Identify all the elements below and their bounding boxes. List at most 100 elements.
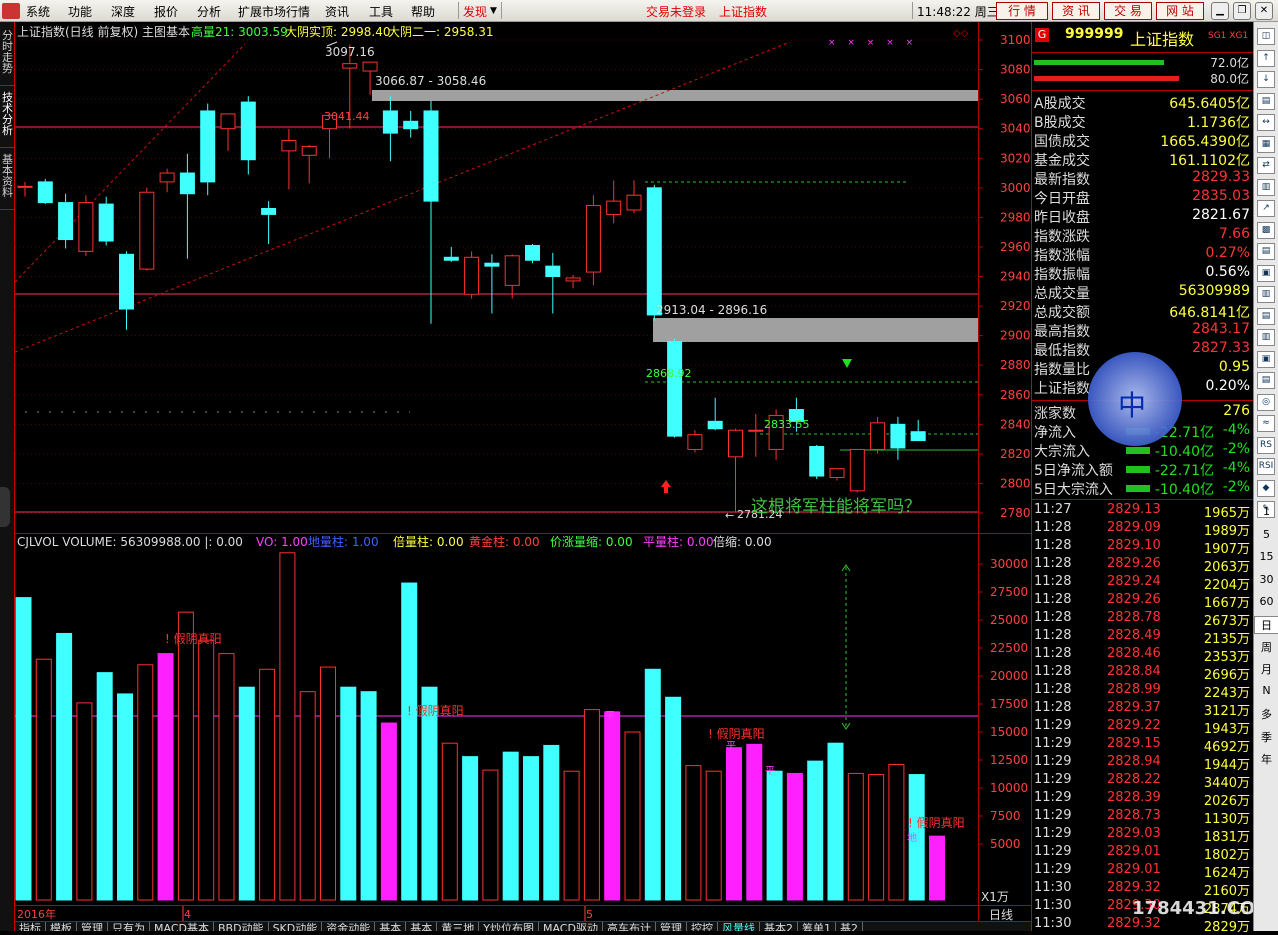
tick-row: 11:29 2829.01 1802万 — [1034, 844, 1250, 863]
menu-depth[interactable]: 深度 — [111, 3, 135, 20]
quote-row: 今日开盘 2835.03 — [1034, 188, 1250, 207]
tool-icon[interactable]: ↑ — [1257, 49, 1275, 67]
volume-tick: 20000 — [990, 669, 1028, 683]
tool-icon[interactable]: ▦ — [1257, 135, 1275, 153]
indicator-tab[interactable]: 模板 — [46, 922, 77, 931]
tool-icon[interactable]: ▥ — [1257, 329, 1275, 346]
tool-icon[interactable]: ▤ — [1257, 243, 1275, 260]
tick-row: 11:27 2829.13 1965万 — [1034, 502, 1250, 521]
tick-row: 11:28 2828.84 2696万 — [1034, 664, 1250, 683]
indicator-tab[interactable]: 风量线 — [718, 922, 760, 931]
indicator-tab[interactable]: 管理 — [656, 922, 687, 931]
menu-quote[interactable]: 报价 — [154, 3, 178, 20]
tab-fundamentals[interactable]: 基本资料 — [0, 150, 15, 210]
period-button[interactable]: 季 — [1254, 729, 1278, 745]
tool-icon[interactable]: ◆ — [1257, 479, 1275, 497]
period-button[interactable]: 周 — [1254, 639, 1278, 655]
minimize-icon[interactable]: ▁ — [1211, 2, 1229, 20]
indicator-tab[interactable]: MACD驱动 — [539, 922, 603, 931]
menu-analysis[interactable]: 分析 — [197, 3, 221, 20]
menu-tools[interactable]: 工具 — [369, 3, 393, 20]
trade-button[interactable]: 交 易 — [1104, 2, 1152, 20]
indicator-tab[interactable]: 基本2 — [760, 922, 798, 931]
indicator-tab[interactable]: 基本 — [375, 922, 407, 931]
menu-system[interactable]: 系统 — [26, 3, 50, 20]
tab-technical-analysis[interactable]: 技术分析 — [0, 88, 15, 148]
tool-icon[interactable]: ▥ — [1257, 178, 1275, 196]
vol-vo: VO: 1.00 — [256, 535, 308, 549]
menu-news[interactable]: 资讯 — [325, 3, 349, 20]
news-button[interactable]: 资 讯 — [1052, 2, 1100, 20]
tool-icon[interactable]: ↔ — [1257, 114, 1275, 131]
period-minutes[interactable]: 60 — [1254, 595, 1278, 608]
menu-help[interactable]: 帮助 — [411, 3, 435, 20]
period-button[interactable]: 月 — [1254, 661, 1278, 677]
volume-bar — [523, 756, 539, 901]
volume-bar — [665, 696, 682, 901]
tick-row: 11:29 2828.39 2026万 — [1034, 790, 1250, 809]
tool-icon[interactable]: ▣ — [1257, 350, 1275, 368]
tool-icon[interactable]: ◫ — [1257, 28, 1275, 45]
period-minutes[interactable]: 30 — [1254, 573, 1278, 586]
period-button[interactable]: 日 — [1254, 616, 1278, 634]
tool-icon[interactable]: ▥ — [1257, 286, 1275, 303]
indicator-tab[interactable]: 资金动能 — [322, 922, 376, 931]
quote-button[interactable]: 行 情 — [996, 2, 1048, 20]
volume-bar — [35, 658, 52, 901]
kline-chart[interactable]: 3100 3080 3060 3040 3020 3000 2980 2960 2940 2920… — [15, 22, 1031, 922]
tab-intraday[interactable]: 分时走势 — [0, 26, 15, 86]
indicator-tab[interactable]: 基2 — [836, 922, 863, 931]
tick-row: 11:28 2829.09 1989万 — [1034, 520, 1250, 539]
tool-icon[interactable]: RS — [1257, 436, 1275, 454]
period-button[interactable]: 年 — [1254, 751, 1278, 767]
close-icon[interactable]: ✕ — [1255, 2, 1273, 20]
tool-icon[interactable]: ▤ — [1257, 307, 1275, 325]
quote-row: 总成交量 56309989 — [1034, 283, 1250, 302]
period-minutes[interactable]: 5 — [1254, 528, 1278, 541]
vol-bs: 倍缩: 0.00 — [713, 534, 772, 549]
candle-body — [646, 187, 662, 316]
indicator-tab[interactable]: SKD动能 — [269, 922, 323, 931]
period-label[interactable]: 日线 — [989, 908, 1013, 922]
candle-body — [890, 423, 906, 449]
restore-icon[interactable]: ❐ — [1233, 2, 1251, 20]
tool-icon[interactable]: ▩ — [1257, 221, 1275, 239]
indicator-tab[interactable]: 只有为 — [108, 922, 150, 931]
indicator-tab[interactable]: 控控 — [687, 922, 718, 931]
period-minutes[interactable]: 1 — [1254, 505, 1278, 518]
chart-settings-icon[interactable]: ◇◇ — [953, 28, 969, 39]
tool-icon[interactable]: ↗ — [1257, 200, 1275, 217]
tool-icon[interactable]: ↓ — [1257, 71, 1275, 88]
flat-marker-2: 平 — [726, 741, 736, 752]
indicator-tab[interactable]: BBD动能 — [214, 922, 269, 931]
tool-icon[interactable]: ⇄ — [1257, 157, 1275, 174]
volume-bar — [340, 686, 357, 901]
indicator-tab[interactable]: Y炒位布图 — [479, 922, 539, 931]
collapse-arrow-icon[interactable] — [0, 487, 10, 527]
indicator-tab[interactable]: 管理 — [77, 922, 108, 931]
tool-icon[interactable]: ▤ — [1257, 372, 1275, 389]
indicator-tab[interactable]: MACD基本 — [150, 922, 214, 931]
volume-tick: 25000 — [990, 613, 1028, 627]
date-label-may: 5 — [586, 908, 593, 921]
tool-icon[interactable]: RSI — [1257, 458, 1275, 475]
tool-icon[interactable]: ▤ — [1257, 92, 1275, 110]
tool-icon[interactable]: ◎ — [1257, 393, 1275, 411]
menu-discover[interactable]: 发现 — [463, 3, 487, 20]
indicator-tab[interactable]: 基本 — [406, 922, 438, 931]
indicator-tab[interactable]: 筹单1 — [798, 922, 836, 931]
indicator-tab[interactable]: 指标 — [15, 922, 46, 931]
period-button[interactable]: 多 — [1254, 706, 1278, 722]
menu-function[interactable]: 功能 — [68, 3, 92, 20]
period-minutes[interactable]: 15 — [1254, 550, 1278, 563]
tick-row: 11:28 2829.10 1907万 — [1034, 538, 1250, 557]
tool-icon[interactable]: ≈ — [1257, 415, 1275, 432]
dropdown-arrow-icon[interactable]: ▼ — [490, 6, 497, 16]
website-button[interactable]: 网 站 — [1156, 2, 1204, 20]
menu-extended-market[interactable]: 扩展市场行情 — [238, 3, 310, 20]
volume-bar — [299, 691, 316, 901]
tool-icon[interactable]: ▣ — [1257, 264, 1275, 282]
indicator-tab[interactable]: 黄三地 — [437, 922, 480, 931]
indicator-tab[interactable]: 高车布计 — [603, 922, 656, 931]
period-button[interactable]: N — [1254, 684, 1278, 697]
